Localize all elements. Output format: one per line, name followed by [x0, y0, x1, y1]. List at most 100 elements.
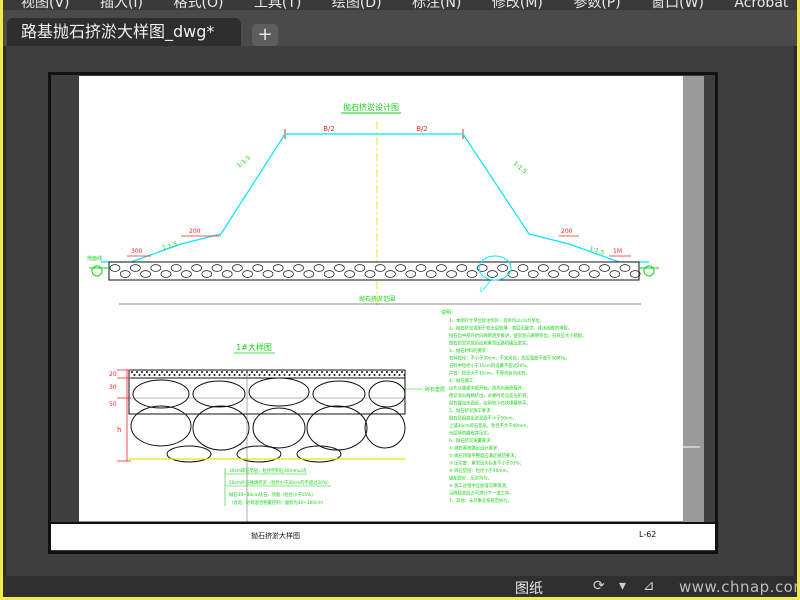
gravel-dot	[206, 371, 208, 373]
gravel-dot	[343, 374, 346, 376]
gravel-dot	[368, 374, 371, 376]
gravel-dot	[146, 371, 148, 373]
gravel-dot	[396, 371, 398, 373]
menu-window[interactable]: 窗口(W)	[651, 0, 704, 10]
gravel-dot	[158, 374, 161, 376]
menu-insert[interactable]: 插入(I)	[100, 0, 143, 10]
gravel-dot	[266, 371, 268, 373]
drawing-viewport[interactable]: 抛石挤淤设计图 B/2 B/2 1:1.5 1:1.5 1:1.5 1:1.5 …	[3, 46, 797, 576]
menu-view[interactable]: 视图(V)	[21, 0, 70, 10]
gravel-dot	[351, 371, 353, 373]
dim-b2-left: B/2	[323, 125, 335, 133]
gravel-dot	[306, 371, 308, 373]
gravel-dot	[361, 371, 363, 373]
gravel-dot	[151, 371, 153, 373]
gravel-dot	[228, 374, 231, 376]
gravel-dot	[353, 374, 356, 376]
detail-callout-leader	[482, 279, 492, 291]
gravel-dot	[348, 374, 351, 376]
crosshair-cursor-icon	[618, 406, 700, 488]
title-block: 抛石挤淤大样图 L-62	[51, 522, 715, 550]
gravel-dot	[133, 374, 136, 376]
gravel-dot	[383, 374, 386, 376]
gravel-dot	[341, 371, 343, 373]
note-line: 1、本图尺寸单位除注明外，其余均以cm为单位。	[449, 317, 544, 324]
menu-format[interactable]: 格式(O)	[173, 0, 223, 10]
ground-label: 地面线	[87, 255, 102, 262]
gravel-dot	[291, 371, 293, 373]
menu-tools[interactable]: 工具(T)	[254, 0, 301, 10]
note-line: ⑤ 施工过程中应加强沉降观测，	[449, 482, 510, 489]
gravel-dot	[293, 374, 296, 376]
dropdown-chevron-icon[interactable]: ▾	[619, 578, 626, 594]
dim-300-left: 300	[131, 248, 143, 255]
slope-right: 1:1.5	[512, 160, 528, 175]
add-tab-button[interactable]: +	[252, 24, 278, 46]
dim-200-left: 200	[189, 228, 201, 235]
note-line: 2、抛石挤淤适用于软土层较薄、表层无硬壳、排水困难的地段。	[449, 325, 572, 332]
status-bar: 图纸 ⟳ ▾ ⊿	[3, 576, 797, 597]
gravel-dot	[331, 371, 333, 373]
gravel-dot	[236, 371, 238, 373]
menu-parametric[interactable]: 参数(P)	[573, 0, 620, 10]
gravel-dot	[378, 374, 381, 376]
gravel-dot	[253, 374, 256, 376]
gravel-dot	[263, 374, 266, 376]
gravel-dot	[321, 371, 323, 373]
detail-note-1: 30cm碎石垫层，粒径控制在40mm以内	[229, 467, 306, 474]
snap-icon[interactable]: ⟳	[593, 578, 605, 594]
gravel-dot	[223, 374, 226, 376]
note-line: ② 抛石顶面平整度应满足规范要求；	[449, 452, 519, 459]
gravel-dot	[156, 371, 158, 373]
note-line: ④ 碎石垫层：粒径小于40mm，	[449, 467, 511, 474]
menu-dimension[interactable]: 标注(N)	[412, 0, 461, 10]
scale-icon[interactable]: ⊿	[643, 578, 655, 594]
detail-dim-30: 30	[109, 384, 117, 391]
titleblock-number: L-62	[639, 530, 657, 539]
gravel-dot	[398, 374, 401, 376]
detail-callout-label: 1	[479, 287, 483, 294]
layout-paper-tab[interactable]: 图纸	[515, 578, 543, 597]
gravel-dot	[333, 374, 336, 376]
note-line: 沉降稳定后方可进行下一道工序。	[449, 490, 513, 497]
gravel-dot	[328, 374, 331, 376]
note-line: 片石：粒径大于15cm，不得含有风化石。	[449, 370, 530, 377]
gravel-dot	[251, 371, 253, 373]
tab-active-drawing[interactable]: 路基抛石挤淤大样图_dwg*	[7, 18, 241, 46]
dim-200-right: 200	[561, 228, 573, 235]
gravel-dot	[176, 371, 178, 373]
gravel-dot	[188, 374, 191, 376]
gravel-dot	[183, 374, 186, 376]
gravel-dot	[233, 374, 236, 376]
gravel-dot	[213, 374, 216, 376]
note-line: 3、抛石材料的要求：	[449, 347, 490, 354]
detail-note-4: （含泥、砂砾混合物量控制：面积为30~100cm）	[229, 499, 326, 506]
gravel-dot	[186, 371, 188, 373]
note-line: 石料粒径：不小于30cm，不宜风化，抗压强度不低于30MPa。	[449, 355, 570, 362]
gravel-dot	[363, 374, 366, 376]
gravel-dot	[203, 374, 206, 376]
gravel-dot	[168, 374, 171, 376]
dim-1m-right: 1M	[613, 248, 622, 255]
gravel-dot	[296, 371, 298, 373]
watermark: www.chnap.com	[679, 578, 797, 596]
gravel-dot	[161, 371, 163, 373]
menu-acrobat[interactable]: Acrobat	[734, 0, 788, 10]
gravel-dot	[326, 371, 328, 373]
gravel-dot	[316, 371, 318, 373]
gravel-dot	[148, 374, 151, 376]
gravel-dot	[393, 374, 396, 376]
gravel-dot	[371, 371, 373, 373]
note-line: 抛石自中部开始向两侧逐步推进，使淤泥向两侧挤出，石块应大小搭配。	[449, 332, 587, 339]
gravel-dot	[216, 371, 218, 373]
gravel-dot	[308, 374, 311, 376]
gravel-dot	[141, 371, 143, 373]
berm-slope-right: 1:1.5	[588, 245, 605, 256]
gravel-dot	[386, 371, 388, 373]
menu-modify[interactable]: 修改(M)	[492, 0, 543, 10]
gravel-dot	[338, 374, 341, 376]
note-line: 抛石挤淤完成后应用重型压路机碾压密实。	[449, 340, 531, 347]
document-tab-bar: 路基抛石挤淤大样图_dwg* +	[3, 10, 797, 46]
gravel-dot	[211, 371, 213, 373]
menu-draw[interactable]: 绘图(D)	[332, 0, 382, 10]
